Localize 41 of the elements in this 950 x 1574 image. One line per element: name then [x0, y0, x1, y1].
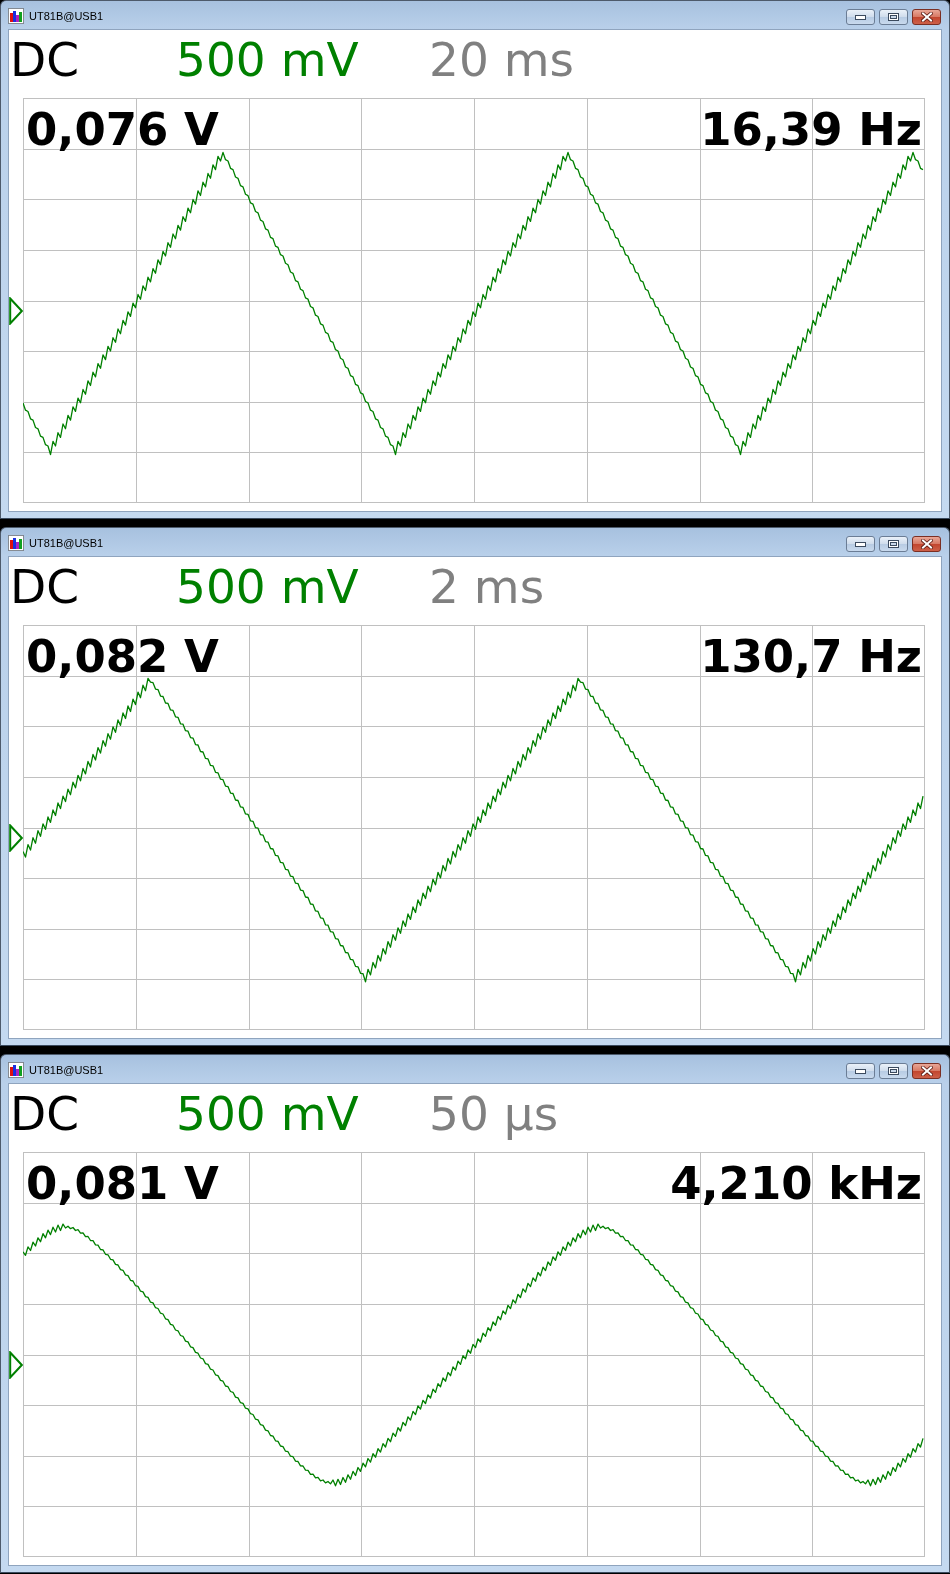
- frequency-reading: 4,210 kHz: [670, 1161, 922, 1206]
- bar-chart-icon: [8, 535, 24, 551]
- close-button[interactable]: [912, 1063, 941, 1079]
- volts-per-div-label: 500 mV: [176, 1090, 360, 1137]
- coupling-label: DC: [10, 563, 80, 610]
- maximize-button[interactable]: [879, 9, 908, 25]
- frequency-reading: 16,39 Hz: [700, 107, 922, 152]
- maximize-button[interactable]: [879, 536, 908, 552]
- window-title: UT81B@USB1: [29, 1063, 104, 1078]
- frequency-reading: 130,7 Hz: [700, 634, 922, 679]
- coupling-label: DC: [10, 36, 80, 83]
- close-button[interactable]: [912, 536, 941, 552]
- volts-per-div-label: 500 mV: [176, 36, 360, 83]
- volts-per-div-label: 500 mV: [176, 563, 360, 610]
- minimize-button[interactable]: [846, 1063, 875, 1079]
- close-icon: [920, 539, 933, 549]
- bar-chart-icon: [8, 1062, 24, 1078]
- minimize-icon: [855, 14, 866, 20]
- time-per-div-label: 20 ms: [429, 36, 575, 83]
- trigger-marker-icon: [9, 297, 23, 325]
- close-icon: [920, 1066, 933, 1076]
- maximize-button[interactable]: [879, 1063, 908, 1079]
- voltage-reading: 0,081 V: [26, 1161, 219, 1206]
- trigger-marker-icon: [9, 824, 23, 852]
- voltage-reading: 0,076 V: [26, 107, 219, 152]
- coupling-label: DC: [10, 1090, 80, 1137]
- trigger-marker-icon: [9, 1351, 23, 1379]
- minimize-icon: [855, 541, 866, 547]
- maximize-icon: [888, 540, 899, 548]
- window-title: UT81B@USB1: [29, 9, 104, 24]
- time-per-div-label: 2 ms: [429, 563, 545, 610]
- close-button[interactable]: [912, 9, 941, 25]
- maximize-icon: [888, 1067, 899, 1075]
- minimize-button[interactable]: [846, 536, 875, 552]
- minimize-button[interactable]: [846, 9, 875, 25]
- maximize-icon: [888, 13, 899, 21]
- voltage-reading: 0,082 V: [26, 634, 219, 679]
- close-icon: [920, 12, 933, 22]
- bar-chart-icon: [8, 8, 24, 24]
- minimize-icon: [855, 1068, 866, 1074]
- window-title: UT81B@USB1: [29, 536, 104, 551]
